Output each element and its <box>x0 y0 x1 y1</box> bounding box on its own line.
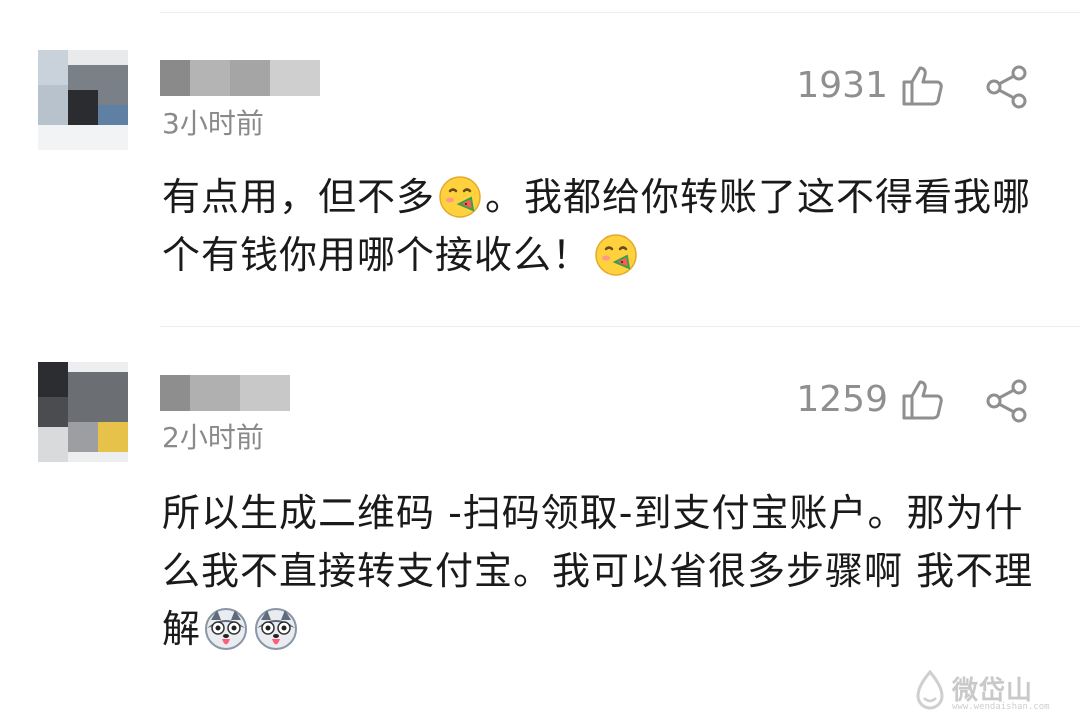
comment-text: 所以生成二维码 -扫码领取-到支付宝账户。那为什么我不直接转支付宝。我可以省很多… <box>162 484 1042 658</box>
like-count: 1259 <box>796 379 888 420</box>
husky-dog-emoji-icon <box>253 606 299 652</box>
watermark-logo-icon <box>916 670 944 710</box>
comment-2: 2小时前 1259 所以生成二维码 -扫码领取-到支付宝账户。那为什么我不直接转… <box>0 0 1080 720</box>
comment-time: 2小时前 <box>162 421 264 454</box>
thumbs-up-icon[interactable] <box>900 378 946 424</box>
username-redacted[interactable] <box>160 375 290 411</box>
avatar[interactable] <box>38 362 128 462</box>
husky-dog-emoji-icon <box>203 606 249 652</box>
watermark-url: www.wendaishan.com <box>952 702 1050 712</box>
share-icon[interactable] <box>984 378 1030 424</box>
site-watermark: 微岱山 www.wendaishan.com <box>912 668 1062 712</box>
